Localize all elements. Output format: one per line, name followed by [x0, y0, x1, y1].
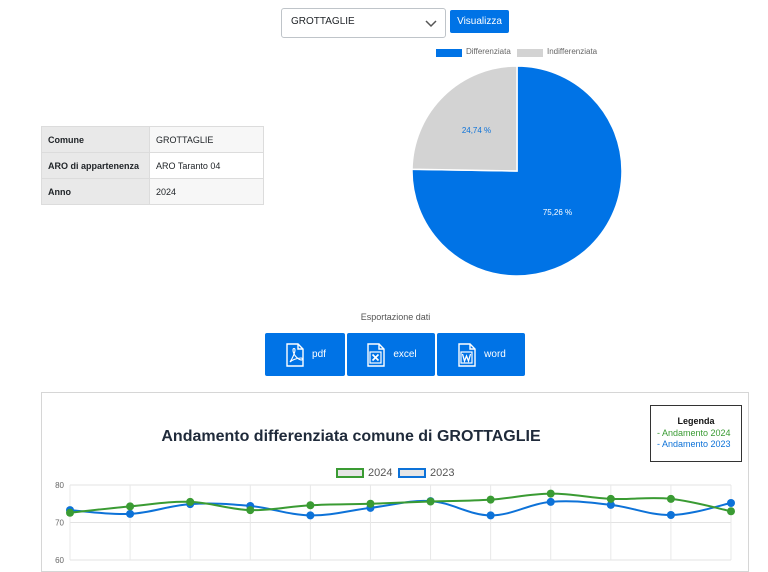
table-row: ARO di appartenenza ARO Taranto 04 — [41, 152, 264, 179]
word-file-icon — [458, 342, 476, 367]
export-pdf-button[interactable]: pdf — [265, 333, 345, 376]
data-point-2024[interactable] — [246, 506, 255, 515]
legend-box-item-2023: - Andamento 2023 — [657, 439, 731, 449]
table-value: ARO Taranto 04 — [149, 152, 264, 179]
y-tick-label: 60 — [55, 556, 64, 563]
table-key: ARO di appartenenza — [41, 152, 150, 179]
data-point-2023[interactable] — [306, 511, 315, 520]
data-point-2024[interactable] — [66, 508, 74, 517]
excel-file-icon — [367, 342, 386, 367]
chevron-down-icon — [425, 20, 437, 28]
y-tick-label: 80 — [55, 481, 64, 490]
data-point-2023[interactable] — [126, 509, 135, 518]
table-key: Anno — [41, 178, 150, 205]
pie-data-label: 75,26 % — [543, 208, 572, 217]
data-point-2024[interactable] — [606, 494, 615, 503]
table-key: Comune — [41, 126, 150, 153]
line-chart-title: Andamento differenziata comune di GROTTA… — [161, 428, 541, 445]
legend-box-item-2024: - Andamento 2024 — [657, 428, 731, 438]
export-title: Esportazione dati — [360, 312, 431, 322]
data-point-2024[interactable] — [727, 507, 735, 516]
data-point-2023[interactable] — [727, 499, 735, 507]
table-row: Anno 2024 — [41, 178, 264, 205]
legend-box: Legenda - Andamento 2024 - Andamento 202… — [650, 405, 742, 462]
comune-select-value: GROTTAGLIE — [291, 16, 355, 27]
info-table: Comune GROTTAGLIE ARO di appartenenza AR… — [41, 126, 264, 205]
data-point-2024[interactable] — [186, 497, 195, 506]
export-word-label: word — [484, 349, 506, 360]
y-tick-label: 70 — [55, 519, 64, 528]
comune-select[interactable]: GROTTAGLIE — [281, 8, 446, 38]
export-excel-button[interactable]: excel — [347, 333, 435, 376]
series-line-2024 — [69, 492, 732, 514]
data-point-2024[interactable] — [426, 497, 435, 506]
pdf-file-icon — [286, 342, 304, 367]
pie-data-label: 24,74 % — [462, 126, 491, 135]
data-point-2024[interactable] — [666, 494, 675, 503]
pie-chart: 75,26 % 24,74 % — [411, 65, 623, 277]
data-point-2023[interactable] — [666, 511, 675, 519]
pie-slice-indifferenziata[interactable] — [411, 65, 518, 172]
table-row: Comune GROTTAGLIE — [41, 126, 264, 153]
visualizza-button[interactable]: Visualizza — [450, 10, 509, 33]
data-point-2023[interactable] — [486, 511, 495, 520]
table-value: GROTTAGLIE — [149, 126, 264, 153]
export-word-button[interactable]: word — [437, 333, 525, 376]
export-excel-label: excel — [393, 349, 417, 360]
data-point-2024[interactable] — [366, 499, 375, 508]
data-point-2024[interactable] — [126, 502, 135, 511]
line-chart: 60 70 80 — [55, 481, 735, 563]
data-point-2024[interactable] — [486, 495, 495, 504]
data-point-2024[interactable] — [306, 501, 315, 510]
table-value: 2024 — [149, 178, 264, 205]
export-pdf-label: pdf — [312, 349, 326, 360]
data-point-2023[interactable] — [546, 497, 555, 506]
legend-box-title: Legenda — [677, 416, 715, 426]
data-point-2024[interactable] — [546, 489, 555, 498]
